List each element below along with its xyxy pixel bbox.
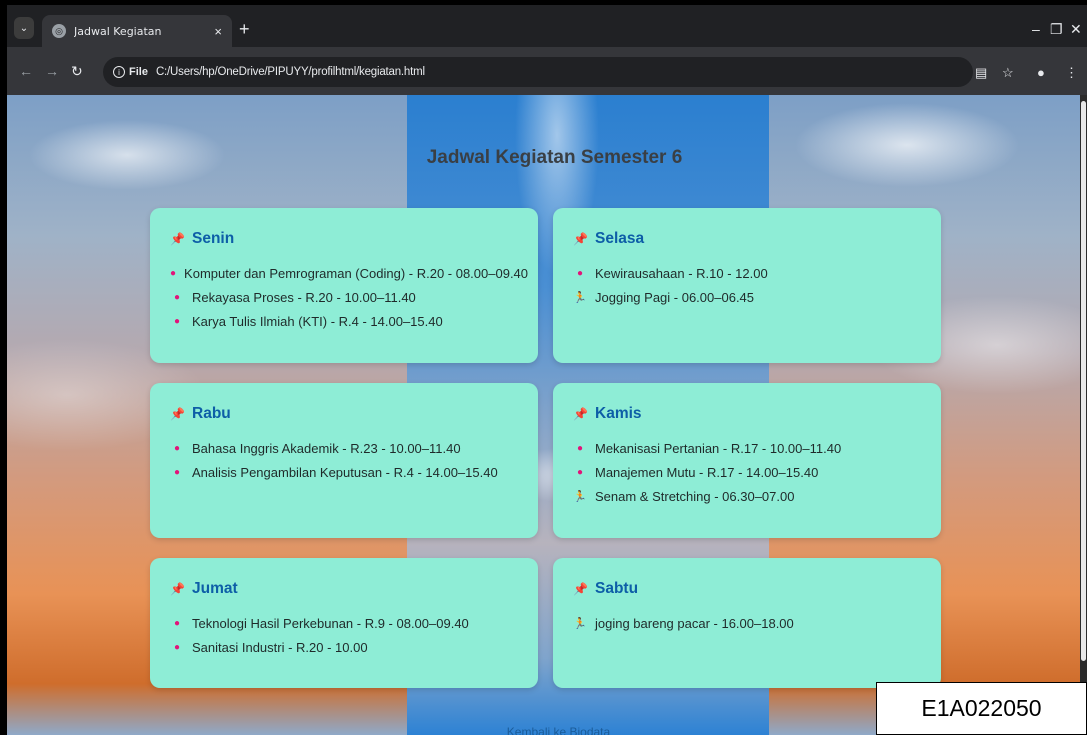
activity-item: ● Kewirausahaan - R.10 - 12.00 (573, 266, 921, 281)
runner-icon: 🏃 (573, 292, 587, 304)
site-chip-label: File (129, 66, 148, 78)
profile-icon[interactable]: ● (1037, 65, 1045, 80)
scrollbar-thumb[interactable] (1081, 101, 1086, 661)
bullet-icon: ● (576, 443, 584, 454)
tab-jadwal-kegiatan[interactable]: ◎ Jadwal Kegiatan × (42, 15, 232, 47)
day-heading: 📌 Rabu (170, 405, 518, 423)
tab-title: Jadwal Kegiatan (74, 24, 162, 38)
new-tab-button[interactable]: + (239, 19, 250, 40)
activity-text: Rekayasa Proses - R.20 - 10.00–11.40 (192, 290, 416, 305)
translate-icon[interactable]: ▤ (975, 65, 987, 81)
day-heading: 📌 Kamis (573, 405, 921, 423)
activity-list: ● Teknologi Hasil Perkebunan - R.9 - 08.0… (170, 616, 518, 655)
pushpin-icon: 📌 (573, 582, 588, 596)
activity-text: Karya Tulis Ilmiah (KTI) - R.4 - 14.00–1… (192, 314, 443, 329)
activity-list: ● Komputer dan Pemrograman (Coding) - R.2… (170, 266, 528, 329)
student-id-label: E1A022050 (876, 682, 1087, 735)
pushpin-icon: 📌 (573, 407, 588, 421)
bullet-icon: ● (576, 467, 584, 478)
bullet-icon: ● (576, 268, 584, 279)
activity-text: Senam & Stretching - 06.30–07.00 (595, 489, 795, 504)
page-viewport: Jadwal Kegiatan Semester 6 📌 Senin ● Komput… (7, 95, 1080, 735)
activity-text: Analisis Pengambilan Keputusan - R.4 - 1… (192, 465, 498, 480)
day-heading: 📌 Senin (170, 230, 518, 248)
runner-icon: 🏃 (573, 491, 587, 503)
bullet-icon: ● (173, 443, 181, 454)
day-card-0: 📌 Senin ● Komputer dan Pemrograman (Coding)… (150, 208, 538, 363)
bullet-icon: ● (173, 642, 181, 653)
activity-item: ● Manajemen Mutu - R.17 - 14.00–15.40 (573, 465, 921, 480)
activity-text: Manajemen Mutu - R.17 - 14.00–15.40 (595, 465, 819, 480)
activity-item: ● Teknologi Hasil Perkebunan - R.9 - 08.0… (170, 616, 518, 631)
activity-item: ● Bahasa Inggris Akademik - R.23 - 10.00–… (170, 441, 518, 456)
vertical-scrollbar[interactable] (1080, 95, 1087, 735)
url-text[interactable]: C:/Users/hp/OneDrive/PIPUYY/profilhtml/k… (156, 66, 425, 78)
site-info-chip[interactable]: i File (113, 66, 148, 78)
runner-icon: 🏃 (573, 618, 587, 630)
activity-item: ● Sanitasi Industri - R.20 - 10.00 (170, 640, 518, 655)
activity-item: 🏃 joging bareng pacar - 16.00–18.00 (573, 616, 921, 631)
activity-list: ● Kewirausahaan - R.10 - 12.00 🏃 Jogging Pa… (573, 266, 921, 305)
day-heading: 📌 Sabtu (573, 580, 921, 598)
day-heading: 📌 Selasa (573, 230, 921, 248)
reload-icon[interactable]: ↻ (71, 63, 83, 80)
pushpin-icon: 📌 (170, 232, 185, 246)
activity-item: ● Mekanisasi Pertanian - R.17 - 10.00–11.… (573, 441, 921, 456)
activity-text: Jogging Pagi - 06.00–06.45 (595, 290, 755, 305)
activity-text: joging bareng pacar - 16.00–18.00 (595, 616, 794, 631)
info-icon: i (113, 66, 125, 78)
bullet-icon: ● (173, 316, 181, 327)
address-bar[interactable]: i File C:/Users/hp/OneDrive/PIPUYY/profi… (103, 57, 973, 87)
restore-icon[interactable]: ❐ (1050, 21, 1063, 38)
forward-icon[interactable]: → (45, 63, 59, 79)
pushpin-icon: 📌 (170, 582, 185, 596)
bullet-icon: ● (173, 618, 181, 629)
day-card-1: 📌 Selasa ● Kewirausahaan - R.10 - 12.00 🏃 Jog… (553, 208, 941, 363)
day-card-3: 📌 Kamis ● Mekanisasi Pertanian - R.17 - 10.… (553, 383, 941, 538)
activity-item: 🏃 Senam & Stretching - 06.30–07.00 (573, 489, 921, 504)
activity-list: ● Bahasa Inggris Akademik - R.23 - 10.00–… (170, 441, 518, 480)
day-card-4: 📌 Jumat ● Teknologi Hasil Perkebunan - R.9 … (150, 558, 538, 688)
activity-item: ● Analisis Pengambilan Keputusan - R.4 - … (170, 465, 518, 480)
activity-item: ● Karya Tulis Ilmiah (KTI) - R.4 - 14.00–… (170, 314, 518, 329)
day-heading: 📌 Jumat (170, 580, 518, 598)
bullet-icon: ● (173, 292, 181, 303)
browser-toolbar: ← → ↻ i File C:/Users/hp/OneDrive/PIPUYY… (7, 47, 1087, 95)
activity-text: Sanitasi Industri - R.20 - 10.00 (192, 640, 368, 655)
pushpin-icon: 📌 (170, 407, 185, 421)
activity-text: Mekanisasi Pertanian - R.17 - 10.00–11.4… (595, 441, 842, 456)
back-icon[interactable]: ← (19, 63, 33, 79)
bullet-icon: ● (170, 268, 177, 279)
day-name: Jumat (192, 580, 238, 597)
day-name: Sabtu (595, 580, 639, 597)
activity-item: ● Rekayasa Proses - R.20 - 10.00–11.40 (170, 290, 518, 305)
bookmark-star-icon[interactable]: ☆ (1002, 65, 1014, 81)
browser-window: ⌄ ◎ Jadwal Kegiatan × + – ❐ ✕ ← → ↻ i Fi… (7, 5, 1087, 735)
day-card-2: 📌 Rabu ● Bahasa Inggris Akademik - R.23 - 1… (150, 383, 538, 538)
activity-text: Teknologi Hasil Perkebunan - R.9 - 08.00… (192, 616, 469, 631)
activity-text: Bahasa Inggris Akademik - R.23 - 10.00–1… (192, 441, 461, 456)
activity-text: Kewirausahaan - R.10 - 12.00 (595, 266, 768, 281)
menu-icon[interactable]: ⋮ (1065, 65, 1078, 81)
activity-item: 🏃 Jogging Pagi - 06.00–06.45 (573, 290, 921, 305)
close-tab-icon[interactable]: × (214, 24, 222, 39)
day-name: Kamis (595, 405, 642, 422)
tab-search-button[interactable]: ⌄ (14, 17, 34, 39)
pushpin-icon: 📌 (573, 232, 588, 246)
day-name: Selasa (595, 230, 645, 247)
activity-text: Komputer dan Pemrograman (Coding) - R.20… (184, 266, 529, 281)
close-window-icon[interactable]: ✕ (1070, 21, 1082, 38)
day-name: Rabu (192, 405, 231, 422)
day-name: Senin (192, 230, 235, 247)
activity-list: 🏃 joging bareng pacar - 16.00–18.00 (573, 616, 921, 631)
minimize-icon[interactable]: – (1032, 21, 1040, 37)
bullet-icon: ● (173, 467, 181, 478)
globe-icon: ◎ (52, 24, 66, 38)
page-title: Jadwal Kegiatan Semester 6 (426, 147, 683, 168)
activity-list: ● Mekanisasi Pertanian - R.17 - 10.00–11.… (573, 441, 921, 504)
day-card-5: 📌 Sabtu 🏃 joging bareng pacar - 16.00–18.00 (553, 558, 941, 688)
activity-item: ● Komputer dan Pemrograman (Coding) - R.2… (170, 266, 528, 281)
